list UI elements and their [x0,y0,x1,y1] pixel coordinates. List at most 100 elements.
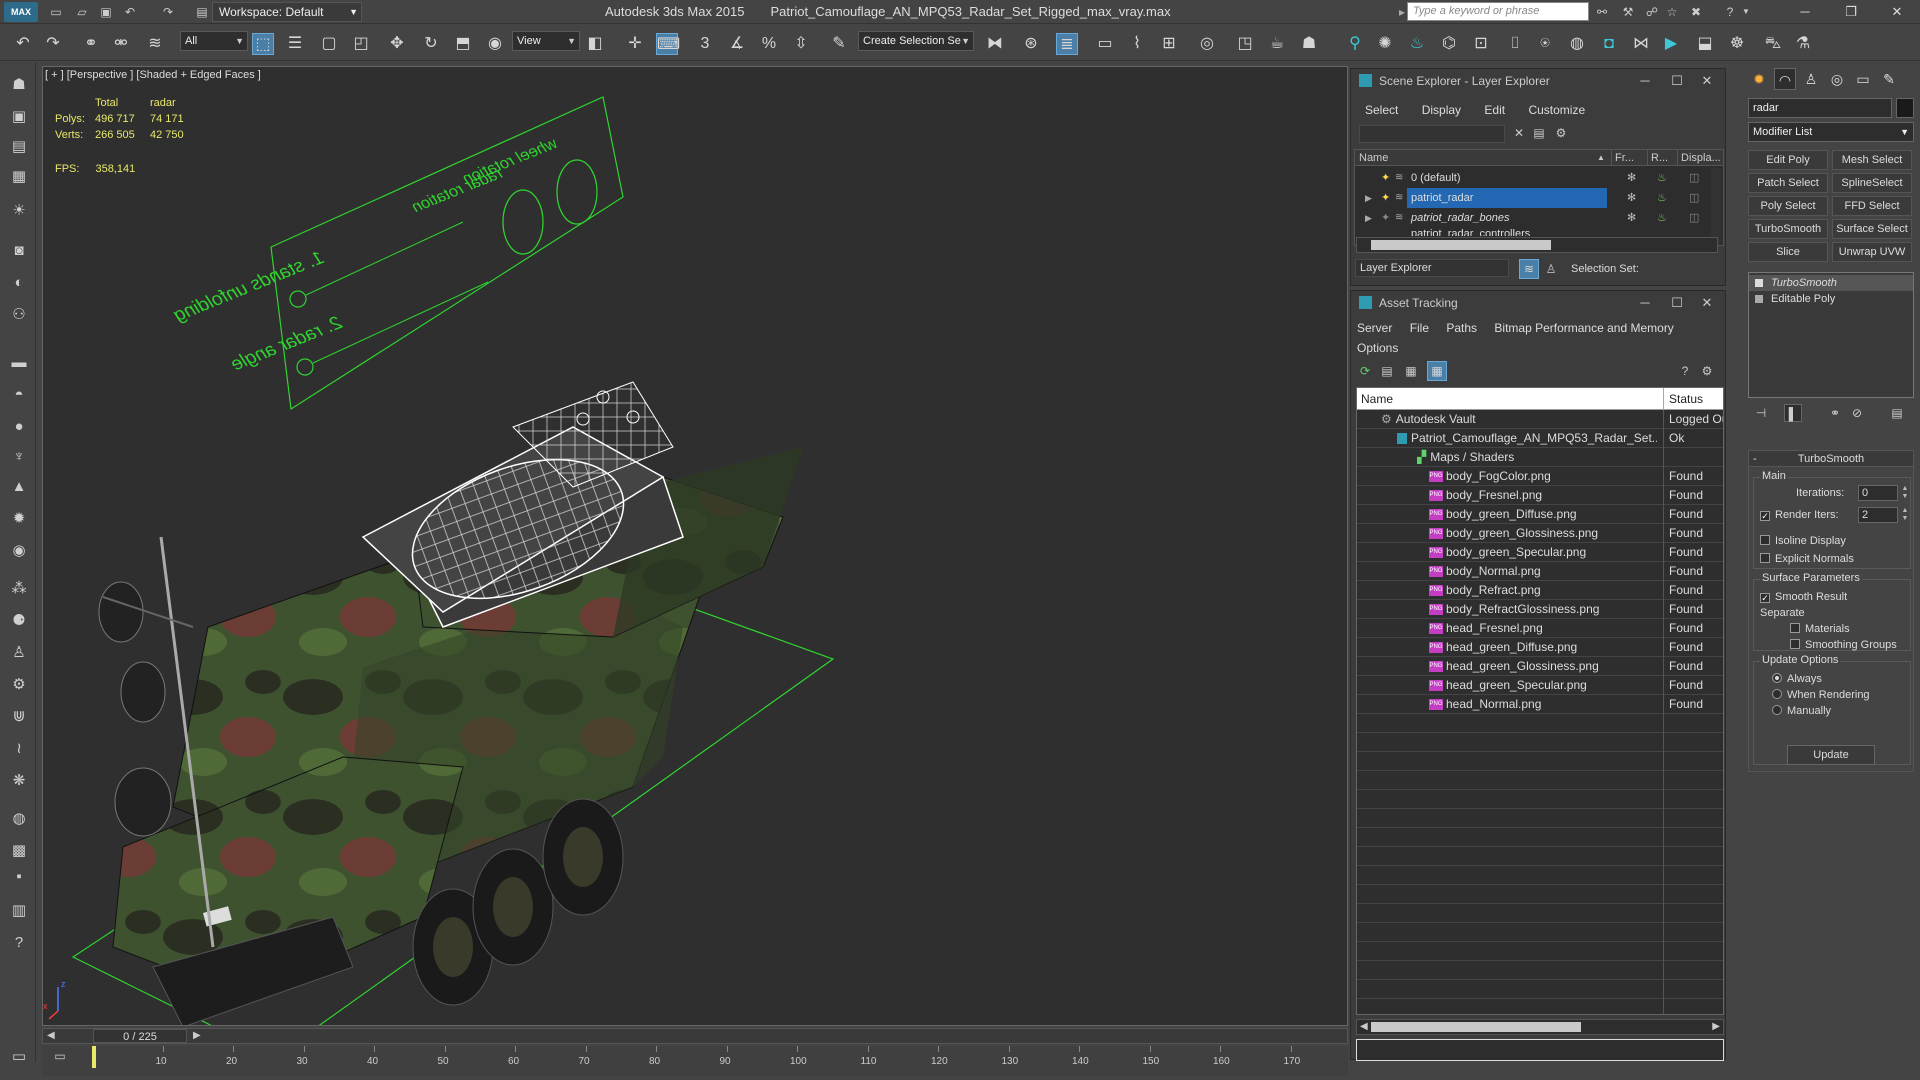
render-teapot-icon[interactable]: ♨ [1657,188,1667,208]
when-rendering-radio[interactable]: When Rendering [1772,688,1870,702]
mirror-icon[interactable]: ⧓ [984,33,1006,55]
track-bar[interactable]: 10 20 30 40 50 60 70 80 90 100 110 120 130 140 150 160 1… [42,1046,1348,1076]
asset-path-field[interactable] [1356,1039,1724,1061]
select-manipulate-icon[interactable]: ✛ [624,33,646,55]
always-radio[interactable]: Always [1772,672,1822,686]
grid-icon[interactable]: ▦ [8,166,30,188]
mini-curve-editor-icon[interactable]: ▭ [52,1048,68,1064]
edit-named-selection-icon[interactable]: ✎ [828,33,850,55]
stack-item-turbosmooth[interactable]: TurboSmooth [1749,275,1913,291]
camera-icon[interactable]: ◙ [8,240,30,262]
update-button[interactable]: Update [1787,745,1875,765]
help-icon[interactable]: ? [1677,363,1693,379]
render-setup-icon[interactable]: ◳ [1234,33,1256,55]
turbosmooth-rollout-header[interactable]: - TurboSmooth [1749,451,1913,467]
particles-icon[interactable]: ⁂ [8,578,30,600]
modify-tab-icon[interactable]: ◠ [1774,68,1796,90]
menu-display[interactable]: Display [1422,103,1461,117]
scene-filter-input[interactable] [1359,125,1505,143]
pin-stack-icon[interactable]: ⊣ [1752,404,1770,422]
app-logo[interactable]: MAX [4,2,38,22]
cone-icon[interactable]: ▲ [8,476,30,498]
percent-snap-icon[interactable]: % [758,33,780,55]
exchange-icon[interactable]: ✖ [1688,4,1704,20]
window-crossing-icon[interactable]: ◰ [350,33,372,55]
configure-modifier-sets-icon[interactable]: ▤ [1888,404,1906,422]
asset-row-map[interactable]: PNG body_Normal.png Found [1357,562,1723,581]
stack-item-editable-poly[interactable]: Editable Poly [1749,291,1913,307]
image-plane-icon[interactable]: ▣ [8,106,30,128]
vray-tools-icon[interactable]: ☸ [1726,33,1748,55]
render-iters-spinner-arrows[interactable]: ▲ ▼ [1900,507,1910,523]
menu-file[interactable]: File [1410,321,1429,335]
menu-edit[interactable]: Edit [1484,103,1505,117]
bind-space-warp-icon[interactable]: ≋ [144,33,166,55]
save-icon[interactable]: ▣ [98,4,114,20]
create-tab-icon[interactable]: ✹ [1748,68,1770,90]
character-icon[interactable]: ♙ [8,642,30,664]
palm-icon[interactable]: ♆ [8,446,30,468]
display-tab-icon[interactable]: ▭ [1852,68,1874,90]
render-iters-checkbox[interactable]: ✓ Render Iters: [1760,508,1839,522]
freeze-icon[interactable]: ✻ [1627,208,1636,228]
asset-row-map[interactable]: PNG head_green_Diffuse.png Found [1357,638,1723,657]
find-icon[interactable]: ▤ [1531,125,1547,141]
layer-row[interactable]: ▶ ✦ ≋ patriot_radar_bones ✻ ♨ ◫ [1355,208,1723,228]
manually-radio[interactable]: Manually [1772,704,1831,718]
patch-select-button[interactable]: Patch Select [1748,173,1828,193]
help-dropdown-icon[interactable]: ▼ [1738,4,1754,20]
render-teapot-icon[interactable]: ♨ [1657,208,1667,228]
angle-snap-icon[interactable]: ∡ [726,33,748,55]
time-slider[interactable]: ◀ 0 / 225 ▶ [42,1028,1348,1044]
explicit-normals-checkbox[interactable]: Explicit Normals [1760,552,1854,566]
clear-filter-icon[interactable]: ✕ [1511,125,1527,141]
perspective-viewport[interactable]: 1. stands unfolding 2. radar angle radar… [42,66,1348,1026]
light-bulb-icon[interactable]: ✦ [1381,168,1390,188]
named-selection-set-select[interactable]: Create Selection Se ▼ [858,31,974,51]
create-geometry-icon[interactable]: ☗ [8,74,30,96]
light-bulb-icon[interactable]: ✦ [1381,188,1390,208]
keyboard-shortcut-override-icon[interactable]: ⌨ [656,33,680,55]
keyword-search-input[interactable]: Type a keyword or phrase [1407,2,1589,21]
close-icon[interactable]: ✕ [1693,69,1721,93]
isoline-display-checkbox[interactable]: Isoline Display [1760,534,1846,548]
constraint-icon[interactable]: ⚈ [8,610,30,632]
gear-icon[interactable]: ⚙ [8,674,30,696]
poly-select-button[interactable]: Poly Select [1748,196,1828,216]
scrollbar-thumb[interactable] [1371,1022,1581,1032]
tree-view-icon[interactable]: ▦ [1403,363,1419,379]
asset-row-map[interactable]: PNG head_green_Glossiness.png Found [1357,657,1723,676]
iterations-spinner[interactable]: 0 [1858,485,1898,501]
make-unique-icon[interactable]: ⚭ [1826,404,1844,422]
open-folder-icon[interactable]: ▱ [74,4,90,20]
rendered-frame-icon[interactable]: ☕ [1266,33,1288,55]
freeze-icon[interactable]: ✻ [1627,188,1636,208]
edit-poly-button[interactable]: Edit Poly [1748,150,1828,170]
minimize-icon[interactable]: ─ [1631,291,1659,315]
layer-row[interactable]: ✦ ≋ 0 (default) ✻ ♨ ◫ [1355,168,1723,188]
time-playhead[interactable] [92,1046,96,1068]
asset-row-file[interactable]: Patriot_Camouflage_AN_MPQ53_Radar_Set...… [1357,429,1723,448]
object-name-input[interactable]: radar [1748,98,1892,118]
favorites-star-icon[interactable]: ☆ [1664,4,1680,20]
reference-coordinate-select[interactable]: View ▼ [512,31,580,51]
hierarchy-icon[interactable]: ♙ [1543,261,1559,277]
slice-button[interactable]: Slice [1748,242,1828,262]
undo-icon[interactable]: ↶ [122,4,138,20]
vray-physical-camera-icon[interactable]: ⍟ [1534,33,1556,55]
material-editor-icon[interactable]: ◎ [1196,33,1218,55]
clipboard-icon[interactable]: ▥ [8,900,30,922]
unwrap-uvw-button[interactable]: Unwrap UVW [1832,242,1912,262]
help-circle-icon[interactable]: ? [8,932,30,954]
layer-filter-icon[interactable]: ⚙ [1553,125,1569,141]
asset-row-map[interactable]: PNG body_green_Diffuse.png Found [1357,505,1723,524]
menu-select[interactable]: Select [1365,103,1398,117]
display-icon[interactable]: ◫ [1689,208,1699,228]
object-color-swatch[interactable] [1896,98,1914,118]
vray-material-icon[interactable]: ⚗ [1792,33,1814,55]
select-by-name-icon[interactable]: ☰ [284,33,306,55]
asset-row-map[interactable]: PNG body_Fresnel.png Found [1357,486,1723,505]
menu-customize[interactable]: Customize [1528,103,1585,117]
pivot-center-icon[interactable]: ◧ [584,33,606,55]
prev-frame-icon[interactable]: ◀ [47,1029,55,1043]
